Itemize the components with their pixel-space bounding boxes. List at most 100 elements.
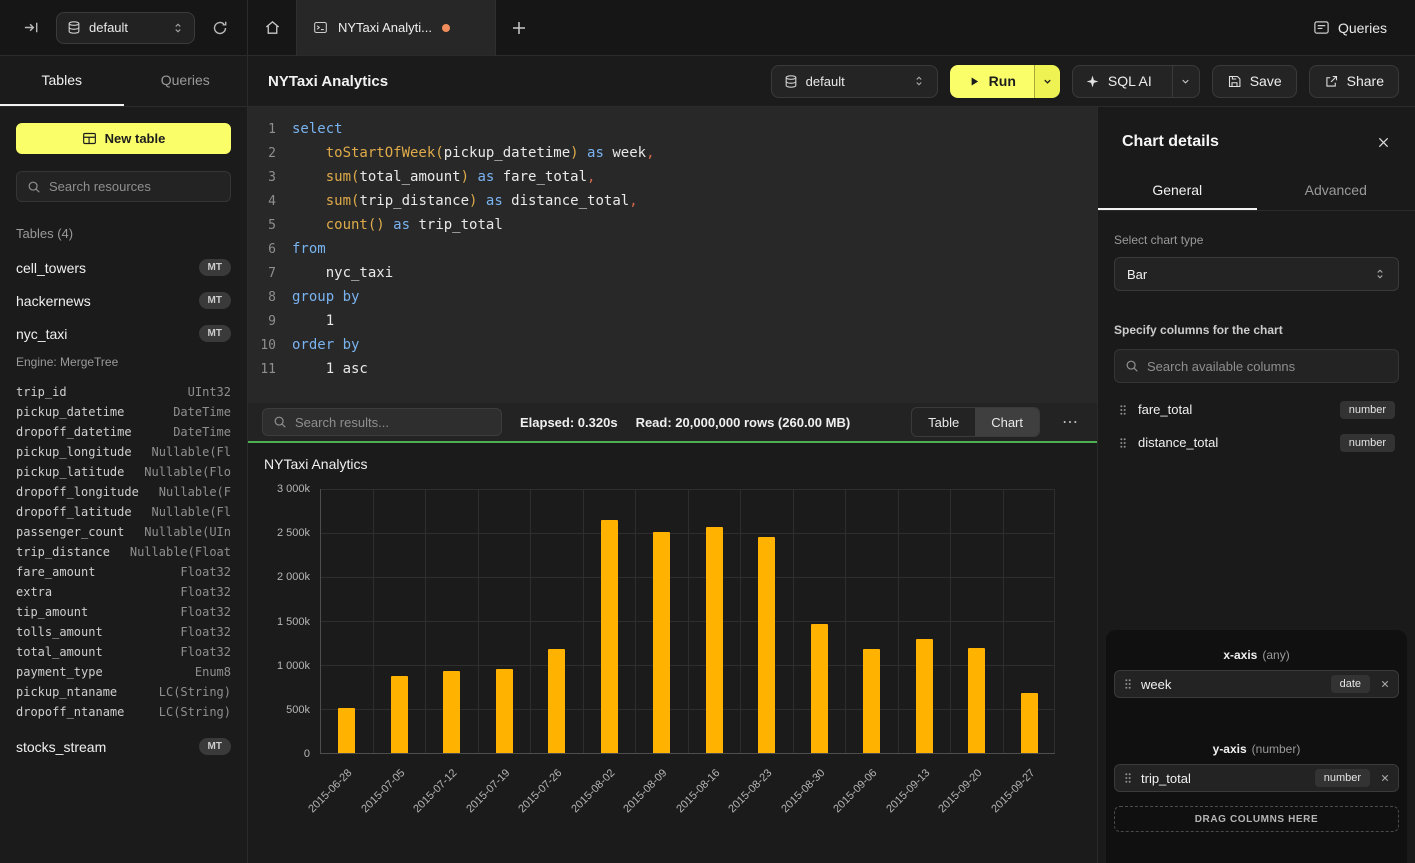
chart-slot [898, 489, 951, 753]
view-table-button[interactable]: Table [912, 408, 975, 436]
chart-slot [845, 489, 898, 753]
available-column-row[interactable]: distance_totalnumber [1114, 426, 1399, 459]
table-column-row[interactable]: pickup_datetimeDateTime [16, 402, 231, 422]
table-column-row[interactable]: trip_distanceNullable(Float [16, 542, 231, 562]
drag-columns-dropzone[interactable]: DRAG COLUMNS HERE [1114, 806, 1399, 832]
columns-search-input[interactable] [1147, 359, 1388, 374]
editor-line: 7 nyc_taxi [248, 261, 1097, 285]
table-column-row[interactable]: total_amountFloat32 [16, 642, 231, 662]
sql-ai-options-button[interactable] [1172, 66, 1199, 97]
table-item-stocks-stream[interactable]: stocks_stream MT [16, 730, 231, 763]
table-column-row[interactable]: passenger_countNullable(UIn [16, 522, 231, 542]
sidebar-tabs: Tables Queries [0, 56, 247, 107]
chart-slot [425, 489, 478, 753]
sidebar-collapse-icon[interactable] [18, 15, 44, 41]
more-options-button[interactable]: ⋯ [1058, 412, 1083, 432]
table-column-row[interactable]: fare_amountFloat32 [16, 562, 231, 582]
table-column-row[interactable]: dropoff_latitudeNullable(Fl [16, 502, 231, 522]
x-tick-label: 2015-07-19 [464, 767, 512, 815]
sql-ai-button[interactable]: SQL AI [1073, 66, 1164, 97]
share-button[interactable]: Share [1309, 65, 1399, 98]
new-tab-button[interactable] [496, 0, 542, 55]
table-column-row[interactable]: pickup_longitudeNullable(Fl [16, 442, 231, 462]
close-icon[interactable] [1376, 135, 1391, 150]
table-column-row[interactable]: dropoff_longitudeNullable(F [16, 482, 231, 502]
save-button[interactable]: Save [1212, 65, 1297, 98]
table-column-row[interactable]: extraFloat32 [16, 582, 231, 602]
drag-handle-icon[interactable] [1118, 403, 1128, 417]
table-column-row[interactable]: pickup_latitudeNullable(Flo [16, 462, 231, 482]
column-type-badge: number [1340, 434, 1395, 452]
plot-right-edge [1054, 489, 1055, 753]
column-type-badge: date [1331, 675, 1370, 693]
table-name: stocks_stream [16, 739, 106, 755]
drag-handle-icon[interactable] [1123, 771, 1133, 785]
x-tick-label: 2015-08-30 [779, 767, 827, 815]
table-column-row[interactable]: tolls_amountFloat32 [16, 622, 231, 642]
run-button[interactable]: Run [950, 65, 1034, 98]
line-number: 2 [248, 146, 276, 161]
column-type: LC(String) [159, 685, 231, 699]
queries-button[interactable]: Queries [1313, 19, 1415, 36]
table-column-row[interactable]: pickup_ntanameLC(String) [16, 682, 231, 702]
new-table-button[interactable]: New table [16, 123, 231, 154]
save-icon [1227, 74, 1242, 89]
remove-column-icon[interactable] [1380, 679, 1390, 689]
home-tab[interactable] [248, 0, 296, 55]
run-options-button[interactable] [1034, 65, 1060, 98]
table-item-nyc-taxi[interactable]: nyc_taxi MT [16, 317, 231, 350]
chart-type-value: Bar [1127, 267, 1147, 282]
chart-bar [1021, 693, 1038, 753]
query-title: NYTaxi Analytics [268, 73, 388, 90]
sidebar-search[interactable] [16, 171, 231, 202]
table-column-row[interactable]: trip_idUInt32 [16, 382, 231, 402]
remove-column-icon[interactable] [1380, 773, 1390, 783]
console-icon [313, 20, 328, 35]
drag-handle-icon[interactable] [1118, 436, 1128, 450]
column-type: DateTime [173, 405, 231, 419]
chart-slot [1003, 489, 1056, 753]
chart-slot [530, 489, 583, 753]
table-column-row[interactable]: payment_typeEnum8 [16, 662, 231, 682]
column-type: Enum8 [195, 665, 231, 679]
sql-editor[interactable]: 1select2 toStartOfWeek(pickup_datetime) … [248, 107, 1097, 403]
table-column-row[interactable]: tip_amountFloat32 [16, 602, 231, 622]
sidebar-tab-tables[interactable]: Tables [0, 56, 124, 106]
table-column-row[interactable]: dropoff_datetime DateTime [16, 422, 231, 442]
table-column-row[interactable]: dropoff_ntanameLC(String) [16, 702, 231, 722]
results-search[interactable] [262, 408, 502, 436]
view-chart-button[interactable]: Chart [975, 408, 1039, 436]
column-type: Nullable(Fl [152, 505, 231, 519]
chart-bar [863, 649, 880, 753]
sidebar-tab-queries[interactable]: Queries [124, 56, 248, 106]
tab-nytaxi-analytics[interactable]: NYTaxi Analyti... [296, 0, 496, 55]
column-type: Nullable(Flo [144, 465, 231, 479]
y-axis-column-row[interactable]: trip_total number [1114, 764, 1399, 792]
line-number: 7 [248, 266, 276, 281]
table-item-cell-towers[interactable]: cell_towers MT [16, 251, 231, 284]
read-stat: Read: 20,000,000 rows (260.00 MB) [636, 415, 851, 430]
table-item-hackernews[interactable]: hackernews MT [16, 284, 231, 317]
panel-tab-advanced[interactable]: Advanced [1257, 171, 1415, 210]
chart-bar [706, 527, 723, 753]
x-axis-column-row[interactable]: week date [1114, 670, 1399, 698]
search-icon [273, 415, 287, 429]
panel-tab-general[interactable]: General [1098, 171, 1257, 210]
code-text: nyc_taxi [292, 265, 393, 281]
available-column-row[interactable]: fare_totalnumber [1114, 393, 1399, 426]
sidebar: Tables Queries New table Tables (4) cell… [0, 56, 248, 863]
columns-search[interactable] [1114, 349, 1399, 383]
column-name: dropoff_datetime [16, 425, 132, 439]
chart-slot [373, 489, 426, 753]
table-name: hackernews [16, 293, 91, 309]
query-database-selector[interactable]: default [771, 65, 938, 98]
drag-handle-icon[interactable] [1123, 677, 1133, 691]
chart-type-select[interactable]: Bar [1114, 257, 1399, 291]
results-search-input[interactable] [295, 415, 491, 430]
refresh-icon[interactable] [207, 15, 233, 41]
topbar-database-selector[interactable]: default [56, 12, 195, 44]
column-type: DateTime [173, 425, 231, 439]
sidebar-search-input[interactable] [49, 179, 220, 194]
column-name: fare_amount [16, 565, 95, 579]
chart-bar [758, 537, 775, 753]
